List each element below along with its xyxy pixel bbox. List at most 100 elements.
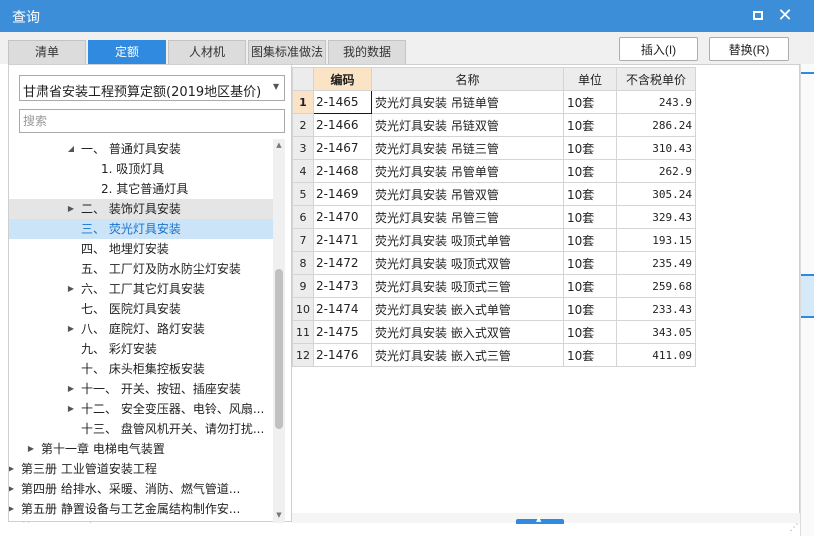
table-row[interactable]: 1 2-1465 荧光灯具安装 吊链单管 10套 243.9 [292,90,696,114]
tree-item[interactable]: 三、 荧光灯具安装 [9,219,273,239]
name-cell[interactable]: 荧光灯具安装 吊管三管 [371,205,564,229]
tree-item[interactable]: 七、 医院灯具安装 [9,299,273,319]
tab-my-data[interactable]: 我的数据 [328,40,406,64]
tree-item[interactable]: ▶ 六、 工厂其它灯具安装 [9,279,273,299]
row-number[interactable]: 1 [292,90,314,114]
table-row[interactable]: 10 2-1474 荧光灯具安装 嵌入式单管 10套 233.43 [292,297,696,321]
triangle-right-icon[interactable]: ▶ [25,439,37,459]
triangle-down-icon[interactable]: ◢ [65,139,77,159]
triangle-right-icon[interactable]: ▶ [65,319,77,339]
table-row[interactable]: 12 2-1476 荧光灯具安装 嵌入式三管 10套 411.09 [292,343,696,367]
scroll-up-icon[interactable]: ▲ [273,141,285,149]
table-row[interactable]: 6 2-1470 荧光灯具安装 吊管三管 10套 329.43 [292,205,696,229]
unit-cell[interactable]: 10套 [563,297,617,321]
price-cell[interactable]: 233.43 [616,297,696,321]
row-number[interactable]: 6 [292,205,314,229]
code-cell[interactable]: 2-1467 [313,136,372,160]
price-cell[interactable]: 262.9 [616,159,696,183]
row-number[interactable]: 9 [292,274,314,298]
unit-cell[interactable]: 10套 [563,251,617,275]
price-column-header[interactable]: 不含税单价 [616,67,696,91]
table-row[interactable]: 3 2-1467 荧光灯具安装 吊链三管 10套 310.43 [292,136,696,160]
table-row[interactable]: 8 2-1472 荧光灯具安装 吸顶式双管 10套 235.49 [292,251,696,275]
code-cell[interactable]: 2-1475 [313,320,372,344]
unit-cell[interactable]: 10套 [563,274,617,298]
tree-item[interactable]: 1. 吸顶灯具 [9,159,273,179]
table-row[interactable]: 5 2-1469 荧光灯具安装 吊管双管 10套 305.24 [292,182,696,206]
tree-item[interactable]: ▶ 十一、 开关、按钮、插座安装 [9,379,273,399]
name-cell[interactable]: 荧光灯具安装 吸顶式三管 [371,274,564,298]
tree-item[interactable]: ▶ 二、 装饰灯具安装 [9,199,273,219]
code-cell[interactable]: 2-1465 [313,90,372,114]
code-cell[interactable]: 2-1471 [313,228,372,252]
code-cell[interactable]: 2-1470 [313,205,372,229]
tab-bill[interactable]: 清单 [8,40,86,64]
tree-item[interactable]: 十、 床头柜集控板安装 [9,359,273,379]
price-cell[interactable]: 343.05 [616,320,696,344]
price-cell[interactable]: 411.09 [616,343,696,367]
tree-item[interactable]: 四、 地埋灯安装 [9,239,273,259]
row-number[interactable]: 7 [292,228,314,252]
triangle-right-icon[interactable]: ▶ [65,399,77,419]
triangle-right-icon[interactable]: ▶ [9,479,17,499]
price-cell[interactable]: 243.9 [616,90,696,114]
unit-cell[interactable]: 10套 [563,320,617,344]
unit-cell[interactable]: 10套 [563,228,617,252]
tree-item[interactable]: ▶ 第三册 工业管道安装工程 [9,459,273,479]
tree-item[interactable]: ▶ 八、 庭院灯、路灯安装 [9,319,273,339]
code-cell[interactable]: 2-1472 [313,251,372,275]
name-column-header[interactable]: 名称 [371,67,564,91]
row-number[interactable]: 4 [292,159,314,183]
price-cell[interactable]: 286.24 [616,113,696,137]
maximize-icon[interactable] [748,6,768,26]
code-cell[interactable]: 2-1469 [313,182,372,206]
unit-cell[interactable]: 10套 [563,343,617,367]
code-cell[interactable]: 2-1476 [313,343,372,367]
price-cell[interactable]: 235.49 [616,251,696,275]
table-row[interactable]: 11 2-1475 荧光灯具安装 嵌入式双管 10套 343.05 [292,320,696,344]
price-cell[interactable]: 305.24 [616,182,696,206]
grid-horizontal-scrollbar[interactable]: ▲ [292,513,800,524]
price-cell[interactable]: 329.43 [616,205,696,229]
price-cell[interactable]: 193.15 [616,228,696,252]
unit-cell[interactable]: 10套 [563,113,617,137]
row-number[interactable]: 5 [292,182,314,206]
tree-item[interactable]: 2. 其它普通灯具 [9,179,273,199]
triangle-right-icon[interactable]: ▶ [65,279,77,299]
insert-button[interactable]: 插入(I) [619,37,698,61]
unit-cell[interactable]: 10套 [563,159,617,183]
name-cell[interactable]: 荧光灯具安装 吊管单管 [371,159,564,183]
close-icon[interactable]: ✕ [775,6,795,26]
row-number[interactable]: 12 [292,343,314,367]
resize-grip-icon[interactable]: ⋰ [788,522,800,534]
name-cell[interactable]: 荧光灯具安装 吸顶式单管 [371,228,564,252]
price-cell[interactable]: 310.43 [616,136,696,160]
tree-item[interactable]: ▶ 第六册 通风空调工程 [9,519,273,523]
unit-column-header[interactable]: 单位 [563,67,617,91]
search-input[interactable] [19,109,285,133]
tree-item[interactable]: 五、 工厂灯及防水防尘灯安装 [9,259,273,279]
tree-item[interactable]: ▶ 十二、 安全变压器、电铃、风扇... [9,399,273,419]
code-cell[interactable]: 2-1474 [313,297,372,321]
scroll-down-icon[interactable]: ▼ [273,511,285,519]
tree-item[interactable]: ◢ 一、 普通灯具安装 [9,139,273,159]
unit-cell[interactable]: 10套 [563,90,617,114]
code-column-header[interactable]: 编码 [313,67,372,91]
splitter-handle[interactable]: ▲ [516,515,564,524]
table-row[interactable]: 4 2-1468 荧光灯具安装 吊管单管 10套 262.9 [292,159,696,183]
unit-cell[interactable]: 10套 [563,136,617,160]
table-row[interactable]: 2 2-1466 荧光灯具安装 吊链双管 10套 286.24 [292,113,696,137]
triangle-right-icon[interactable]: ▶ [9,459,17,479]
triangle-right-icon[interactable]: ▶ [9,499,17,519]
tree-item[interactable]: 九、 彩灯安装 [9,339,273,359]
name-cell[interactable]: 荧光灯具安装 吊链双管 [371,113,564,137]
row-number[interactable]: 8 [292,251,314,275]
name-cell[interactable]: 荧光灯具安装 吊链三管 [371,136,564,160]
tree-item[interactable]: 十三、 盘管风机开关、请勿打扰... [9,419,273,439]
tree-scrollbar[interactable]: ▲ ▼ [273,139,285,523]
scrollbar-thumb[interactable] [275,269,283,429]
tab-quota[interactable]: 定额 [88,40,166,64]
code-cell[interactable]: 2-1473 [313,274,372,298]
row-number[interactable]: 11 [292,320,314,344]
name-cell[interactable]: 荧光灯具安装 吸顶式双管 [371,251,564,275]
